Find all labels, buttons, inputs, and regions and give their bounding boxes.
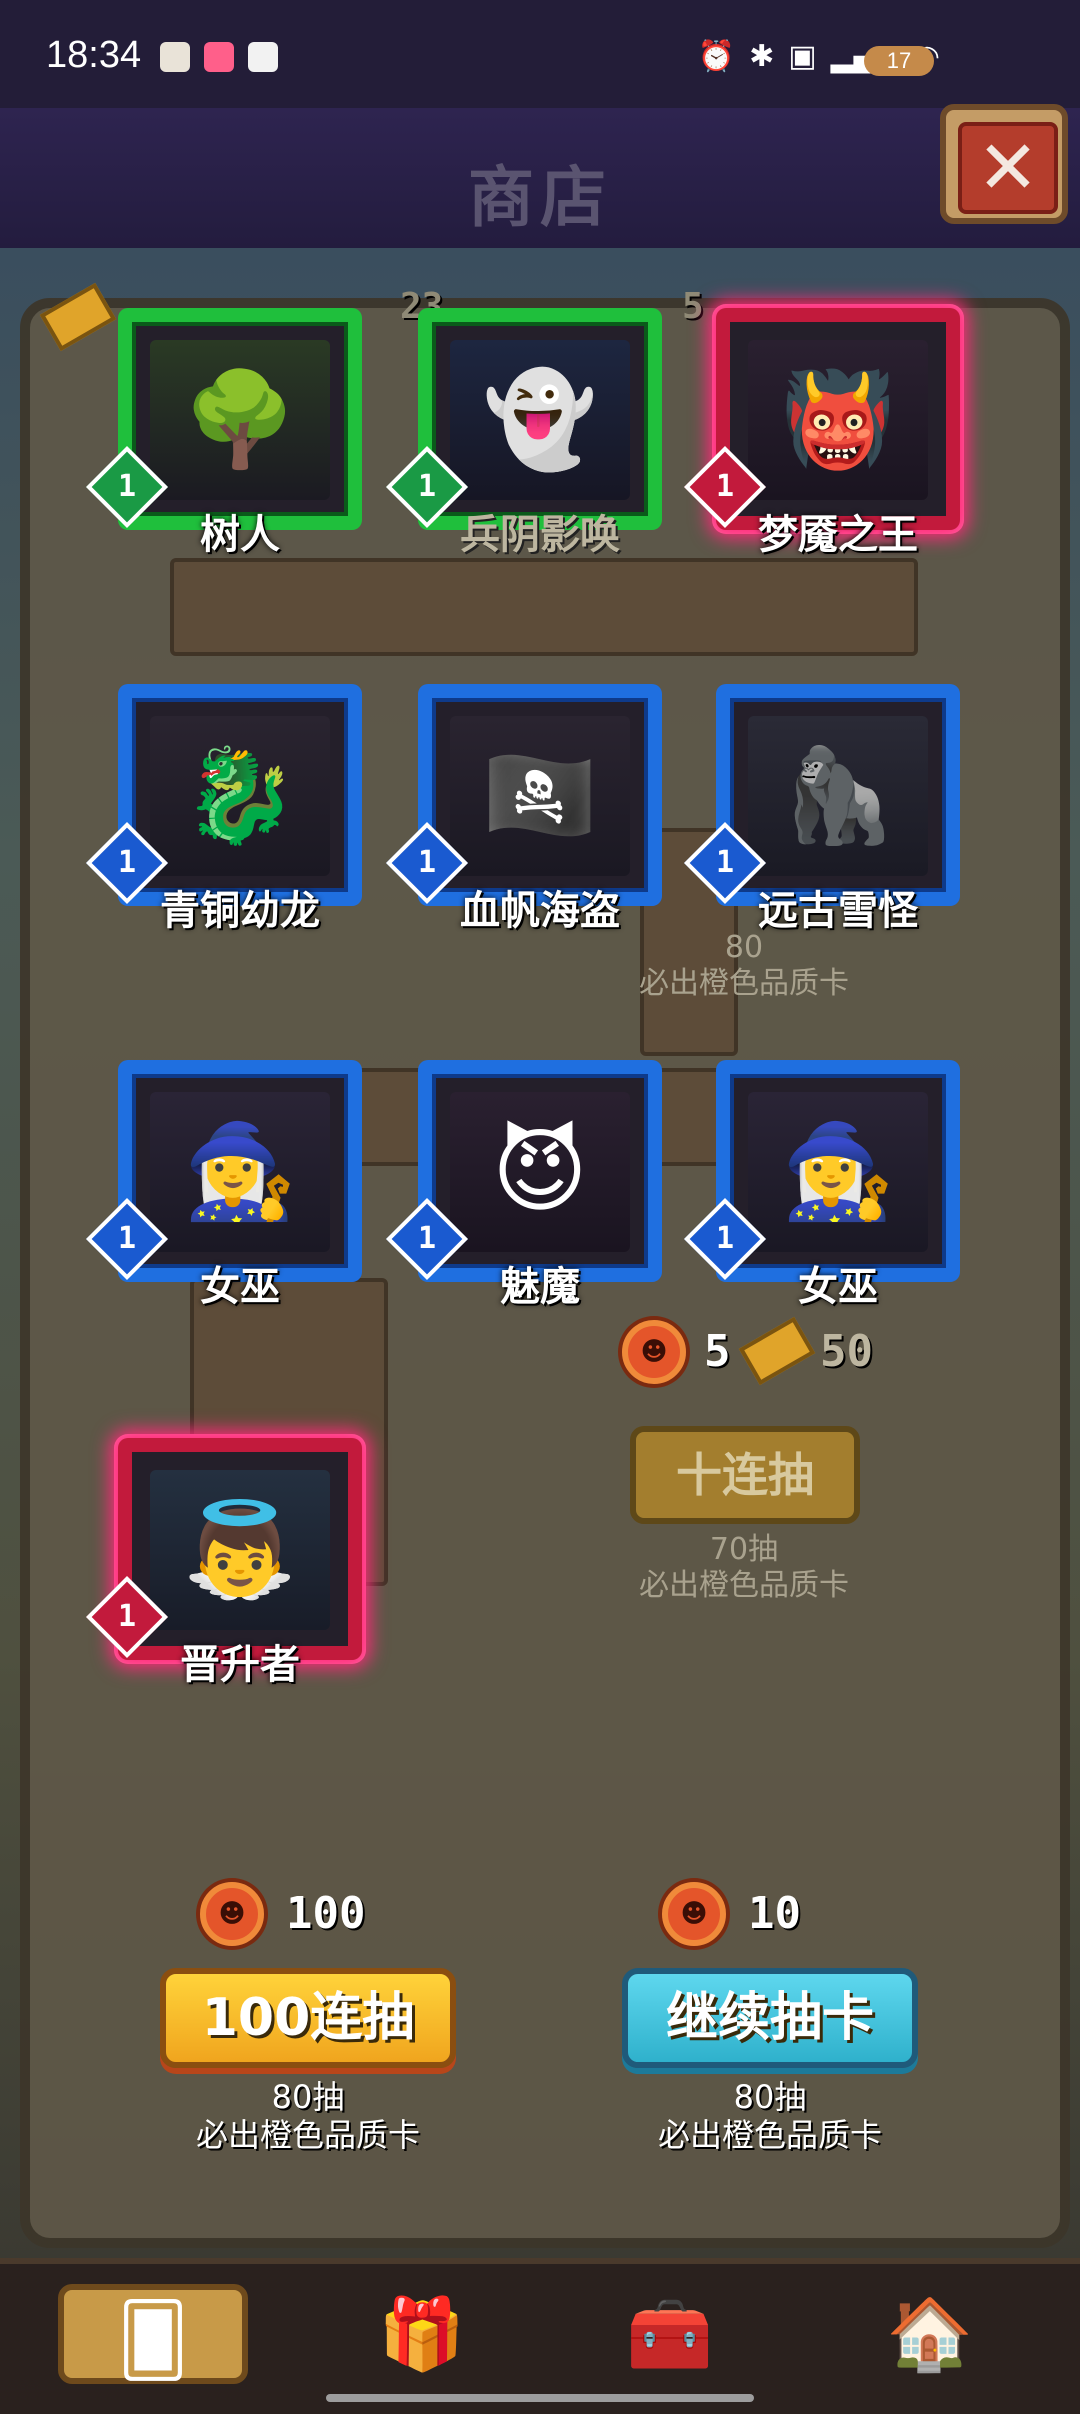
cards-icon: 🂠 (117, 2299, 189, 2381)
nav-house[interactable]: 🏠 (860, 2284, 1000, 2384)
demon-icon: 👹 (780, 366, 896, 473)
hd-icon: ▣ (788, 39, 817, 74)
bottom-nav: 🂠 🎁 🧰 🏠 (0, 2258, 1080, 2414)
card-shadow[interactable]: 👻 1 兵阴影唤 (385, 308, 662, 558)
ten-pull-count: 70抽 (709, 1532, 779, 1567)
notification-app-icon (160, 42, 190, 72)
witch-icon: 🧙‍♀️ (182, 1118, 298, 1225)
succubus-icon: 😈 (492, 1118, 588, 1225)
card-name: 女巫 (200, 1264, 280, 1310)
continue-pull-button[interactable]: 继续抽卡 (622, 1968, 918, 2068)
close-icon: ✕ (976, 125, 1039, 211)
continue-cost: 10 (748, 1888, 801, 1939)
card-art: 🐉 (150, 716, 330, 876)
pirate-icon: 🏴‍☠️ (482, 742, 598, 849)
ten-pull-label: 十连抽 (676, 1448, 814, 1502)
card-name: 青铜幼龙 (160, 888, 320, 934)
card-art: 🌳 (150, 340, 330, 500)
angel-knight-icon: 👼 (182, 1496, 298, 1603)
wooden-plank (170, 558, 918, 656)
card-name: 晋升者 (180, 1642, 300, 1688)
coin-icon: ☻ (662, 1882, 726, 1946)
card-name: 兵阴影唤 (460, 512, 620, 558)
card-witch-2[interactable]: 🧙‍♀️ 1 女巫 (683, 1060, 960, 1310)
notification-app-icon (248, 42, 278, 72)
continue-pull-count: 80抽 (733, 2078, 807, 2116)
close-button[interactable]: ✕ (940, 104, 1068, 224)
bluetooth-icon: ✱ (749, 39, 775, 74)
yeti-icon: 🦍 (780, 742, 896, 849)
card-name: 血帆海盗 (460, 888, 620, 934)
nav-treasure[interactable]: 🧰 (600, 2284, 740, 2384)
card-art: 👻 (450, 340, 630, 500)
card-treant[interactable]: 🌳 1 树人 (85, 308, 362, 558)
witch-icon: 🧙‍♀️ (780, 1118, 896, 1225)
card-bronze-whelp[interactable]: 🐉 1 青铜幼龙 (85, 684, 362, 934)
ten-pull-guarantee: 必出橙色品质卡 (639, 1568, 849, 1603)
house-icon: 🏠 (886, 2293, 974, 2375)
shop-header: 商店 (0, 108, 1080, 248)
pull-100-button[interactable]: 100连抽 (160, 1968, 456, 2068)
nav-cards[interactable]: 🂠 (58, 2284, 248, 2384)
alarm-icon: ⏰ (697, 39, 736, 74)
notification-icons (160, 42, 278, 72)
status-time: 18:34 (46, 34, 142, 76)
continue-pull-guarantee: 必出橙色品质卡 (657, 2116, 882, 2154)
status-bar: 18:34 ⏰ ✱ ▣ ▂▄▆ ◠ 17 (0, 0, 1080, 108)
card-name: 魅魔 (500, 1264, 580, 1310)
pull100-cost: 100 (286, 1888, 366, 1939)
card-name: 远古雪怪 (758, 888, 918, 934)
card-succubus[interactable]: 😈 1 魅魔 (385, 1060, 662, 1310)
card-witch[interactable]: 🧙‍♀️ 1 女巫 (85, 1060, 362, 1310)
pull-100-count: 80抽 (271, 2078, 345, 2116)
card-yeti[interactable]: 🦍 1 远古雪怪 (683, 684, 960, 934)
treant-icon: 🌳 (182, 366, 298, 473)
coin-icon: ☻ (622, 1320, 686, 1384)
shadow-wraith-icon: 👻 (482, 366, 598, 473)
notification-app-icon (204, 42, 234, 72)
home-indicator[interactable] (326, 2394, 754, 2402)
bg-cost-text: 50 (820, 1326, 873, 1377)
coin-icon: ☻ (200, 1882, 264, 1946)
page-title: 商店 (468, 159, 612, 236)
gift-icon: 🎁 (378, 2293, 466, 2375)
battery-indicator: 17 (864, 46, 934, 76)
bg-pull-guarantee: 必出橙色品质卡 (639, 966, 849, 1001)
card-art: 🦍 (748, 716, 928, 876)
nav-gift[interactable]: 🎁 (352, 2284, 492, 2384)
card-name: 树人 (200, 512, 280, 558)
bg-cost-text: 5 (682, 286, 704, 327)
dragon-icon: 🐉 (182, 742, 298, 849)
ten-pull-button[interactable]: 十连抽 (630, 1426, 860, 1524)
card-pirate[interactable]: 🏴‍☠️ 1 血帆海盗 (385, 684, 662, 934)
treasure-chest-icon: 🧰 (626, 2293, 714, 2375)
card-nightmare-king[interactable]: 👹 1 梦魇之王 (683, 308, 960, 558)
card-art: 🧙‍♀️ (748, 1092, 928, 1252)
bg-cost-text: 5 (704, 1326, 731, 1377)
pull-100-label: 100连抽 (201, 1988, 415, 2048)
card-art: 👼 (150, 1470, 330, 1630)
card-art: 🏴‍☠️ (450, 716, 630, 876)
pull-100-guarantee: 必出橙色品质卡 (195, 2116, 420, 2154)
card-art: 😈 (450, 1092, 630, 1252)
card-name: 女巫 (798, 1264, 878, 1310)
card-art: 🧙‍♀️ (150, 1092, 330, 1252)
card-ascendant[interactable]: 👼 1 晋升者 (85, 1438, 362, 1688)
card-name: 梦魇之王 (758, 512, 918, 558)
continue-pull-label: 继续抽卡 (665, 1988, 874, 2048)
card-art: 👹 (748, 340, 928, 500)
